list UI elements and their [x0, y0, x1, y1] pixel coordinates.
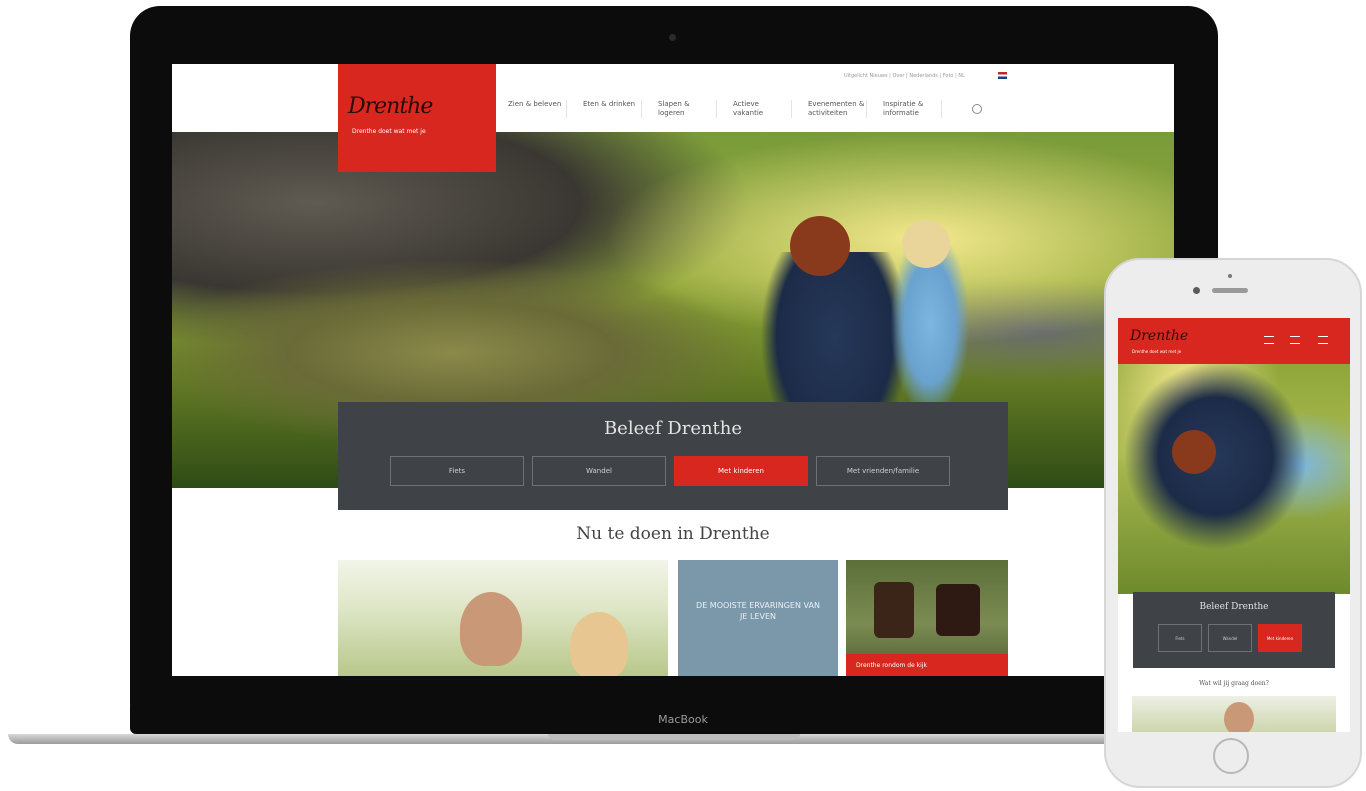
- nav-item-inspiratie[interactable]: Inspiratie & informatie: [883, 100, 942, 118]
- phone-content-card[interactable]: [1132, 696, 1336, 732]
- home-button[interactable]: [1213, 738, 1249, 774]
- content-card-horses[interactable]: Drenthe rondom de kijk: [846, 560, 1008, 676]
- phone-logo[interactable]: Drenthe: [1130, 328, 1188, 344]
- phone-flag-icon[interactable]: [1290, 336, 1300, 344]
- hero-button-fiets[interactable]: Fiets: [390, 456, 524, 486]
- card-photo-man: [460, 592, 522, 666]
- nav-item-zien[interactable]: Zien & beleven: [508, 100, 567, 118]
- site-header: [172, 64, 1174, 133]
- card-promo-text: DE MOOISTE ERVARINGEN VAN JE LEVEN: [696, 601, 820, 621]
- hero-button-kinderen[interactable]: Met kinderen: [674, 456, 808, 486]
- phone-screen: Drenthe Drenthe doet wat met je Beleef D…: [1118, 318, 1350, 732]
- logo-script[interactable]: Drenthe: [348, 94, 433, 119]
- laptop-screen: Uitgelicht Nieuws | Over | Nederlands | …: [172, 64, 1174, 676]
- phone-button-fiets[interactable]: Fiets: [1158, 624, 1202, 652]
- nav-item-actief[interactable]: Actieve vakantie: [733, 100, 792, 118]
- phone-sensor: [1228, 274, 1232, 278]
- hero-button-vrienden[interactable]: Met vrienden/familie: [816, 456, 950, 486]
- camera-icon: [669, 34, 676, 41]
- flag-icon[interactable]: [998, 72, 1007, 79]
- phone-button-kinderen[interactable]: Met kinderen: [1258, 624, 1302, 652]
- phone-menu-icon[interactable]: [1318, 336, 1328, 344]
- phone-section-title: Wat wil jij graag doen?: [1199, 680, 1269, 687]
- hero-child-hair: [902, 220, 950, 268]
- search-icon[interactable]: [972, 104, 982, 114]
- hero-buttons: Fiets Wandel Met kinderen Met vrienden/f…: [390, 456, 950, 486]
- card-caption: Drenthe rondom de kijk: [846, 654, 1008, 676]
- phone-button-wandel[interactable]: Wandel: [1208, 624, 1252, 652]
- card-photo-woman: [570, 612, 628, 676]
- phone-camera-icon: [1193, 287, 1200, 294]
- content-card-promo[interactable]: DE MOOISTE ERVARINGEN VAN JE LEVEN: [678, 560, 838, 676]
- phone-hero-image: [1118, 364, 1350, 594]
- content-card-couple[interactable]: [338, 560, 668, 676]
- laptop-notch: [548, 734, 800, 740]
- phone-hero-hair: [1172, 430, 1216, 474]
- nav-item-evenementen[interactable]: Evenementen & activiteiten: [808, 100, 867, 118]
- hero-button-wandel[interactable]: Wandel: [532, 456, 666, 486]
- hero-woman-hair: [790, 216, 850, 276]
- card-photo-horse: [874, 582, 914, 638]
- phone-tagline: Drenthe doet wat met je: [1132, 349, 1182, 354]
- section-title: Nu te doen in Drenthe: [576, 524, 770, 544]
- phone-search-icon[interactable]: [1264, 336, 1274, 344]
- main-nav: Zien & beleven Eten & drinken Slapen & l…: [508, 100, 942, 118]
- utility-links[interactable]: Uitgelicht Nieuws | Over | Nederlands | …: [844, 73, 965, 79]
- nav-item-eten[interactable]: Eten & drinken: [583, 100, 642, 118]
- phone-speaker: [1212, 288, 1248, 293]
- phone-card-photo: [1224, 702, 1254, 732]
- phone-hero-buttons: Fiets Wandel Met kinderen: [1158, 624, 1302, 652]
- hero-title: Beleef Drenthe: [603, 418, 743, 439]
- phone-hero-title: Beleef Drenthe: [1199, 602, 1269, 612]
- logo-tagline: Drenthe doet wat met je: [352, 128, 426, 135]
- card-photo-horse-2: [936, 584, 980, 636]
- nav-item-slapen[interactable]: Slapen & logeren: [658, 100, 717, 118]
